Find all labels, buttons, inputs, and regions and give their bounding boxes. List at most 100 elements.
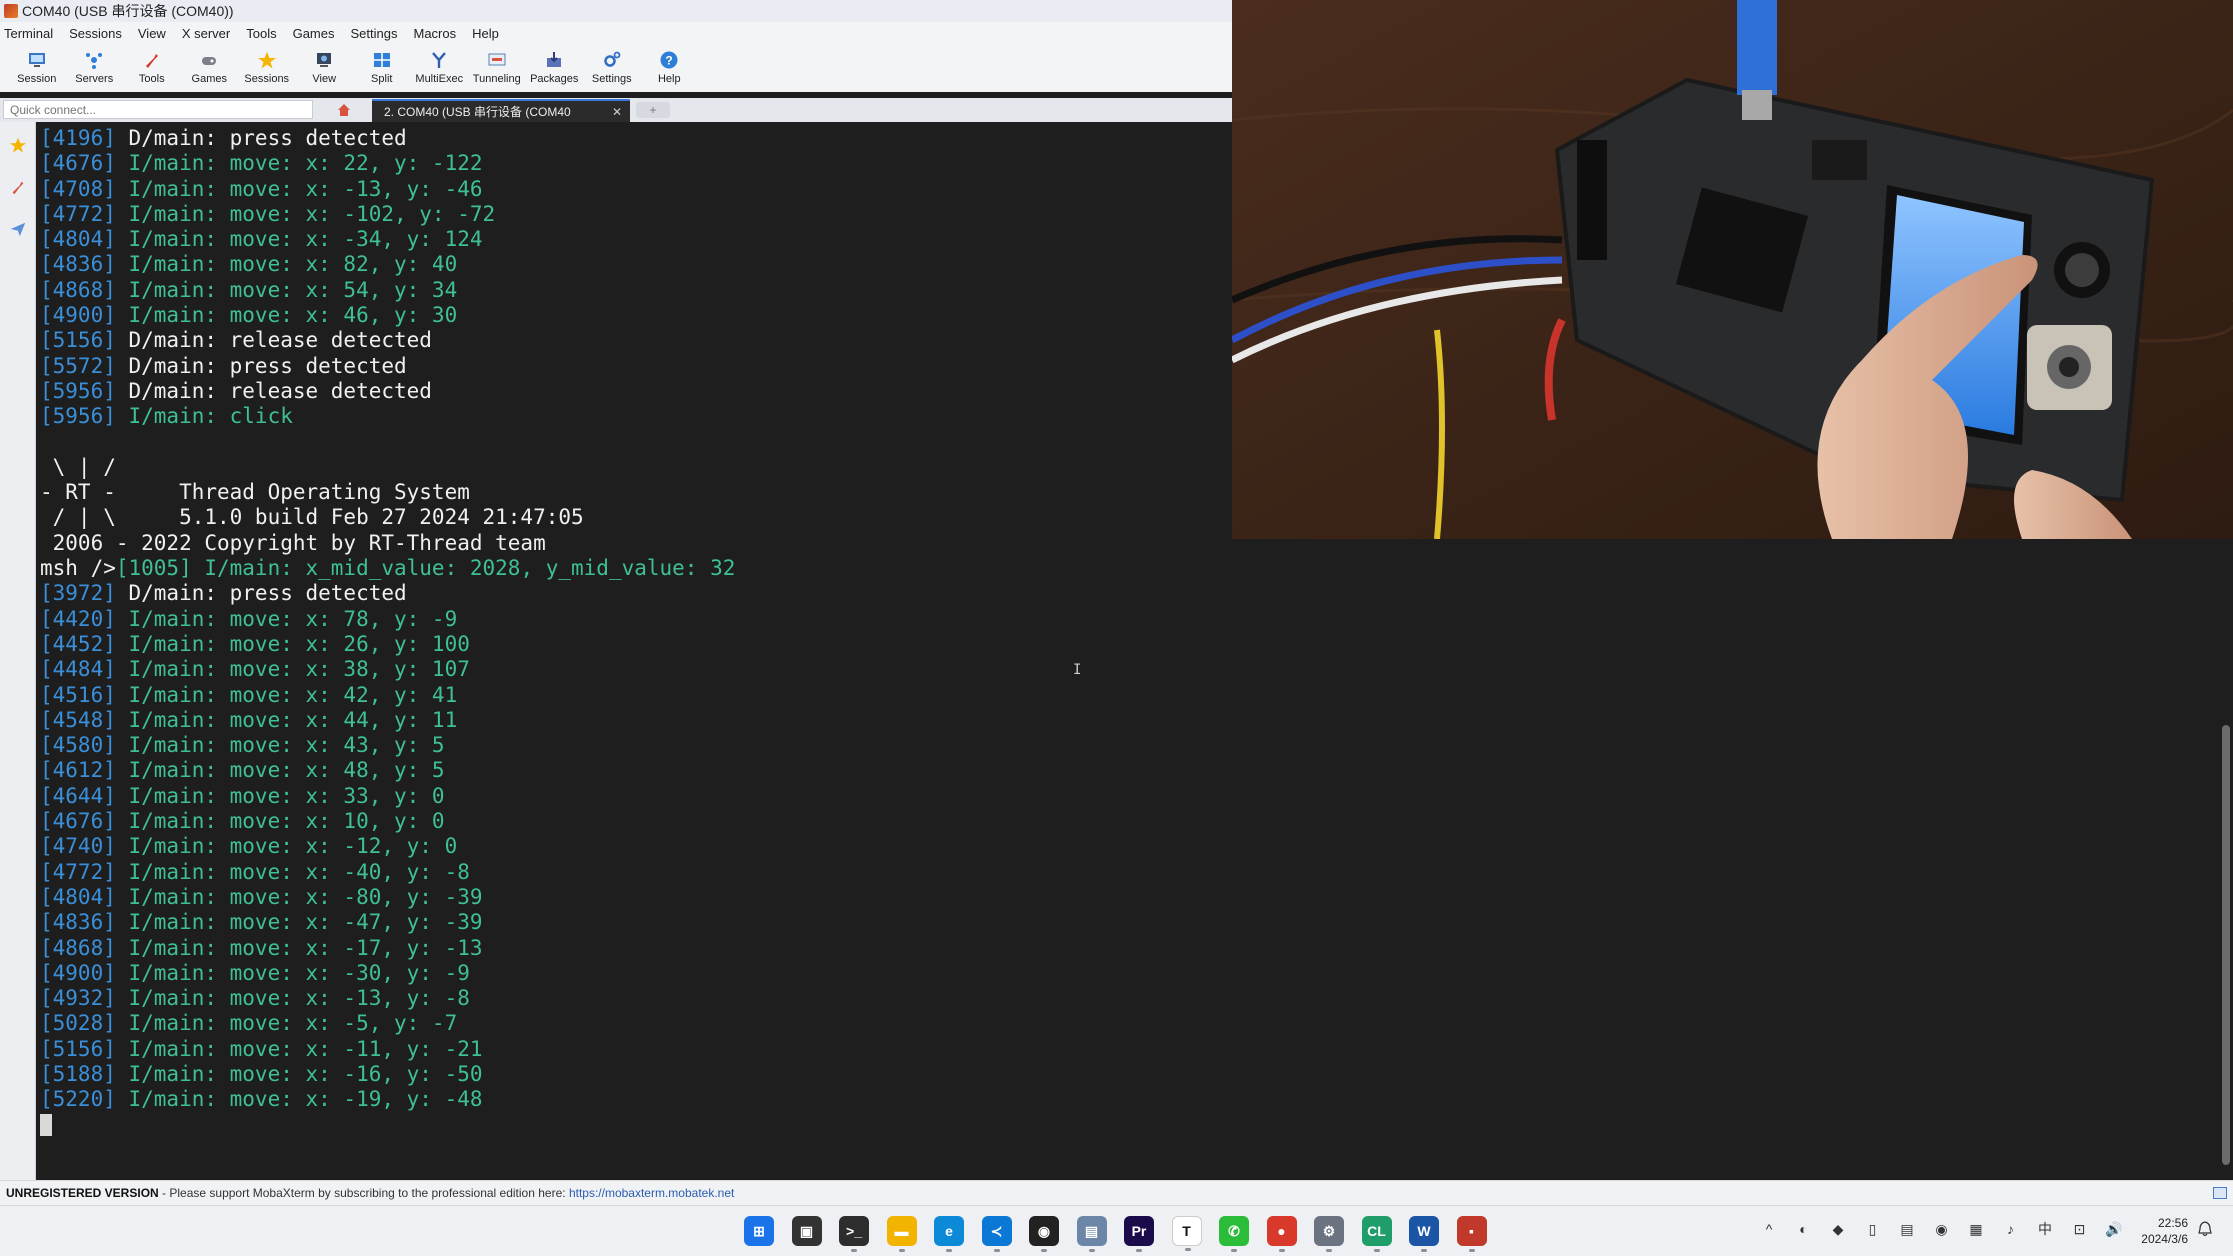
sidebar-tools-button[interactable]: [4, 170, 32, 204]
line-text: I/main: move: x: -30, y: -9: [115, 960, 470, 985]
tray-icon[interactable]: ▯: [1864, 1220, 1882, 1238]
terminal-line: [4708] I/main: move: x: -13, y: -46: [40, 177, 735, 202]
terminal-line: [3972] D/main: press detected: [40, 581, 735, 606]
line-text: I/main: move: x: -13, y: -8: [115, 986, 470, 1011]
tray-icon[interactable]: ◐: [1795, 1220, 1813, 1238]
line-text: I/main: move: x: -16, y: -50: [115, 1061, 483, 1086]
display-icon[interactable]: [2213, 1187, 2227, 1199]
tools-button[interactable]: Tools: [123, 46, 181, 92]
terminal-icon[interactable]: >_: [839, 1216, 869, 1252]
settings-button[interactable]: Settings: [583, 46, 641, 92]
terminal-prompt-line: [40, 1113, 735, 1138]
system-clock[interactable]: 22:56 2024/3/6: [2128, 1215, 2188, 1247]
tray-icon[interactable]: ◆: [1829, 1220, 1847, 1238]
line-text: I/main: move: x: -47, y: -39: [115, 910, 483, 935]
running-indicator: [1373, 1249, 1380, 1252]
line-prefix: [4420]: [40, 606, 116, 631]
menu-terminal[interactable]: Terminal: [0, 22, 63, 46]
home-tab[interactable]: [330, 100, 358, 120]
menu-help[interactable]: Help: [466, 22, 509, 46]
terminal-line: [4452] I/main: move: x: 26, y: 100: [40, 632, 735, 657]
menu-x-server[interactable]: X server: [176, 22, 240, 46]
scrollbar-thumb[interactable]: [2222, 725, 2230, 1165]
session-icon: [26, 49, 48, 71]
view-button[interactable]: View: [296, 46, 354, 92]
tray-icon[interactable]: ⊡: [2071, 1220, 2089, 1238]
split-button[interactable]: Split: [353, 46, 411, 92]
close-tab-icon[interactable]: ✕: [612, 101, 622, 122]
edge-icon[interactable]: e: [934, 1216, 964, 1252]
packages-icon: [543, 49, 565, 71]
tray-icon[interactable]: ^: [1760, 1220, 1778, 1238]
svg-text:?: ?: [666, 54, 673, 68]
line-prefix: [4900]: [40, 960, 116, 985]
tray-icon[interactable]: 🔊: [2105, 1220, 2123, 1238]
packages-button[interactable]: Packages: [526, 46, 584, 92]
menu-games[interactable]: Games: [287, 22, 345, 46]
servers-icon: [83, 49, 105, 71]
qq-icon[interactable]: ◉: [1029, 1216, 1059, 1252]
servers-button[interactable]: Servers: [66, 46, 124, 92]
line-text: I/main: move: x: 26, y: 100: [115, 631, 470, 656]
tunneling-button[interactable]: Tunneling: [468, 46, 526, 92]
notification-icon[interactable]: [2196, 1220, 2214, 1238]
running-indicator: [1421, 1249, 1427, 1252]
clock-date: 2024/3/6: [2141, 1232, 2188, 1246]
premiere-icon[interactable]: Pr: [1124, 1216, 1154, 1252]
word-app-icon[interactable]: W: [1409, 1216, 1439, 1252]
mobaxterm-logo-icon: [4, 4, 18, 18]
terminal-scrollbar[interactable]: [2216, 540, 2233, 1180]
clion-icon[interactable]: CL: [1361, 1216, 1392, 1252]
mobaxterm-icon[interactable]: ▪: [1456, 1216, 1487, 1252]
line-prefix: [4548]: [40, 707, 116, 732]
line-text: I/main: move: x: 33, y: 0: [115, 783, 445, 808]
typora-icon[interactable]: T: [1171, 1216, 1202, 1251]
terminal-line: [4580] I/main: move: x: 43, y: 5: [40, 733, 735, 758]
terminal-line: [5956] I/main: click: [40, 404, 735, 429]
settings-icon[interactable]: ⚙: [1314, 1216, 1344, 1252]
menu-tools[interactable]: Tools: [240, 22, 286, 46]
tray-icon[interactable]: ▤: [1898, 1220, 1916, 1238]
terminal-line: 2006 - 2022 Copyright by RT-Thread team: [40, 531, 735, 556]
new-tab-button[interactable]: +: [636, 102, 670, 118]
sessions-button[interactable]: Sessions: [238, 46, 296, 92]
menu-settings[interactable]: Settings: [345, 22, 408, 46]
vscode-icon[interactable]: ≺: [981, 1216, 1012, 1252]
session-button[interactable]: Session: [8, 46, 66, 92]
line-prefix: [5188]: [40, 1061, 116, 1086]
tools-icon: [12, 181, 24, 195]
sidebar-sessions-button[interactable]: [4, 128, 32, 162]
menu-sessions[interactable]: Sessions: [63, 22, 132, 46]
line-prefix: [4804]: [40, 884, 116, 909]
running-indicator: [1278, 1249, 1285, 1252]
mobatek-link[interactable]: https://mobaxterm.mobatek.net: [569, 1186, 734, 1200]
tray-icon[interactable]: ♪: [2002, 1220, 2020, 1238]
tools-icon: [141, 49, 163, 71]
tray-icon[interactable]: 中: [2036, 1220, 2054, 1238]
terminal-line: [4676] I/main: move: x: 22, y: -122: [40, 151, 735, 176]
line-text: D/main: press detected: [115, 581, 407, 606]
start-icon[interactable]: ⊞: [744, 1216, 774, 1246]
terminal-line: [5028] I/main: move: x: -5, y: -7: [40, 1011, 735, 1036]
games-button[interactable]: Games: [181, 46, 239, 92]
monitor-app-icon[interactable]: ▤: [1076, 1216, 1107, 1252]
line-text: I/main: move: x: -13, y: -46: [115, 176, 483, 201]
line-text: I/main: move: x: 42, y: 41: [115, 682, 458, 707]
wechat-icon[interactable]: ✆: [1219, 1216, 1249, 1252]
terminal-line: [5156] I/main: move: x: -11, y: -21: [40, 1037, 735, 1062]
multiexec-button[interactable]: MultiExec: [411, 46, 469, 92]
help-button[interactable]: ? Help: [641, 46, 699, 92]
tray-icon[interactable]: ▦: [1967, 1220, 1985, 1238]
tab-com40[interactable]: 2. COM40 (USB 串行设备 (COM40 ✕: [372, 99, 630, 122]
task-view-icon[interactable]: ▣: [791, 1216, 822, 1246]
menu-macros[interactable]: Macros: [407, 22, 466, 46]
running-indicator: [993, 1249, 1000, 1252]
line-prefix: [5156]: [40, 1036, 116, 1061]
menu-view[interactable]: View: [132, 22, 176, 46]
quick-connect-input[interactable]: [3, 100, 313, 119]
terminal-line: [5156] D/main: release detected: [40, 328, 735, 353]
media-app-icon[interactable]: ●: [1266, 1216, 1297, 1252]
tray-icon[interactable]: ◉: [1933, 1220, 1951, 1238]
file-explorer-icon[interactable]: ▬: [886, 1216, 917, 1252]
sidebar-macros-button[interactable]: [4, 212, 32, 246]
